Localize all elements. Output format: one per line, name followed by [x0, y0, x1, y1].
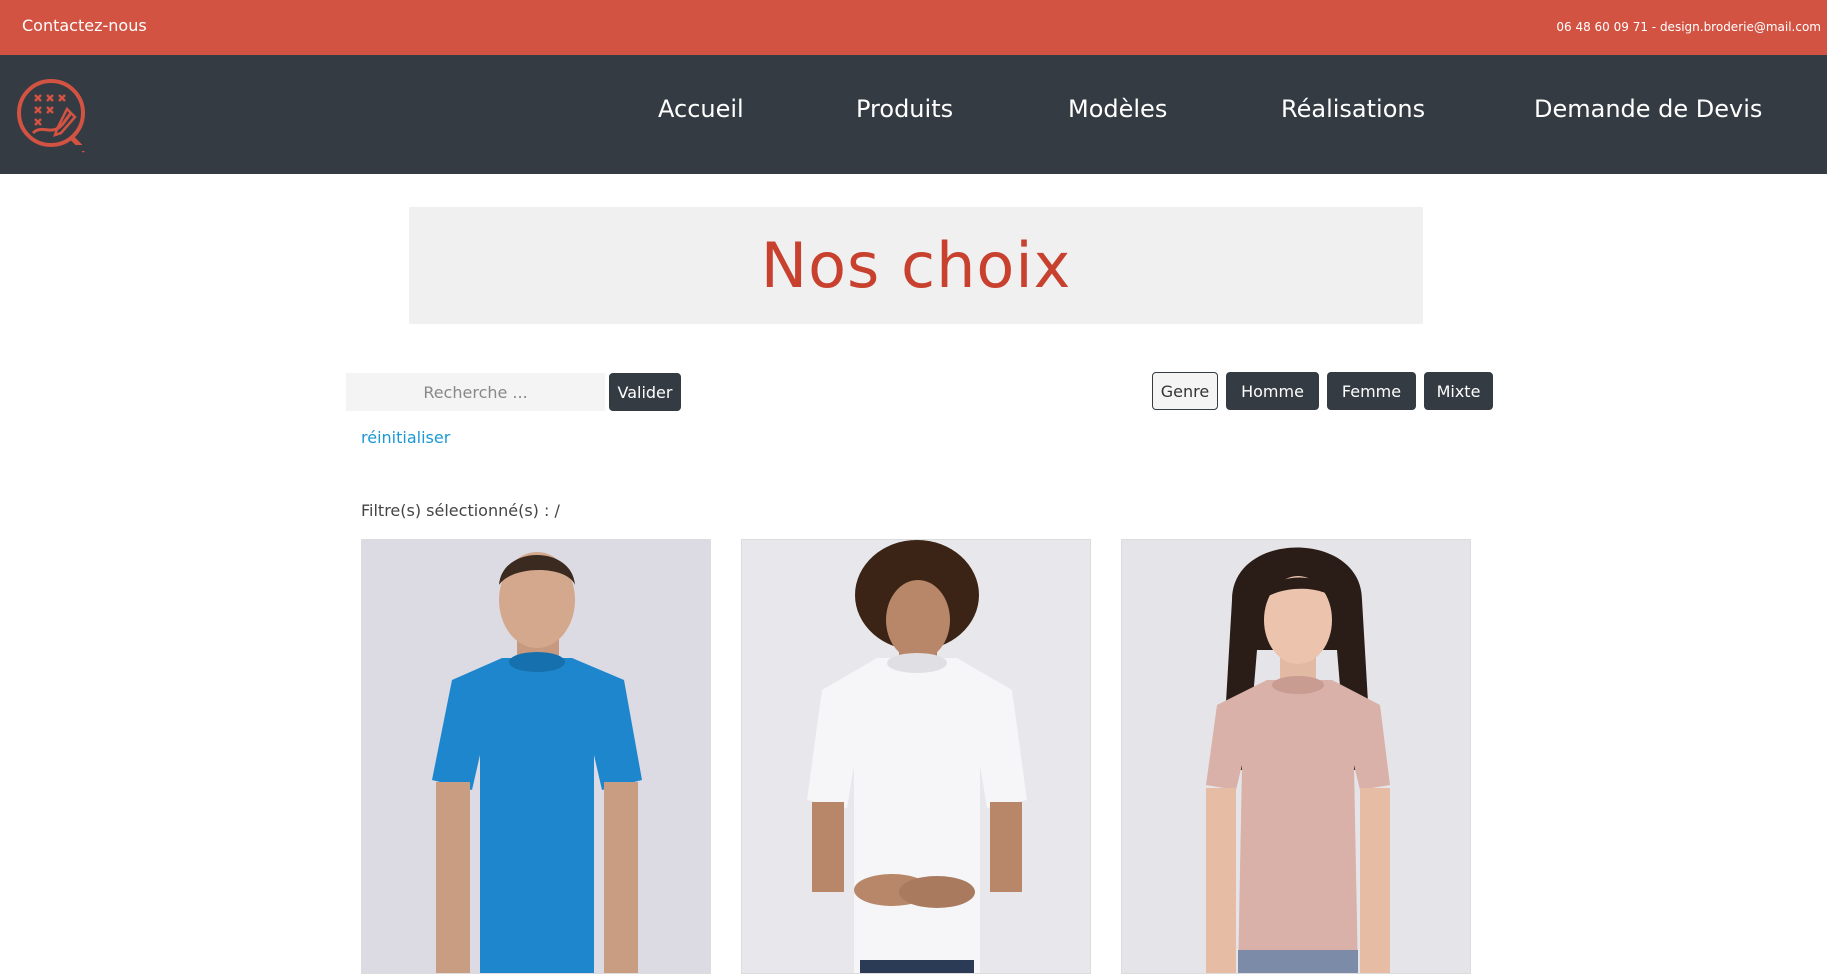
search-submit-button[interactable]: Valider [609, 373, 681, 411]
nav-item-devis[interactable]: Demande de Devis [1534, 95, 1762, 123]
product-card[interactable] [1121, 539, 1471, 974]
nav-item-modeles[interactable]: Modèles [1068, 95, 1167, 123]
logo-icon[interactable] [13, 75, 93, 155]
contact-link[interactable]: Contactez-nous [22, 16, 147, 35]
main-navbar: Accueil Produits Modèles Réalisations De… [0, 55, 1827, 174]
nav-item-accueil[interactable]: Accueil [658, 95, 744, 123]
contact-info: 06 48 60 09 71 - design.broderie@mail.co… [1556, 20, 1821, 34]
product-card[interactable] [741, 539, 1091, 974]
top-bar: Contactez-nous 06 48 60 09 71 - design.b… [0, 0, 1827, 55]
search-input[interactable] [346, 373, 605, 411]
nav-item-realisations[interactable]: Réalisations [1281, 95, 1425, 123]
filter-homme-button[interactable]: Homme [1226, 372, 1319, 410]
selected-filters-label: Filtre(s) sélectionné(s) : / [361, 501, 560, 520]
nav-item-produits[interactable]: Produits [856, 95, 953, 123]
filter-mixte-button[interactable]: Mixte [1424, 372, 1493, 410]
product-image-white-tshirt [742, 540, 1090, 973]
reset-link[interactable]: réinitialiser [361, 428, 450, 447]
filter-femme-button[interactable]: Femme [1327, 372, 1416, 410]
filter-group-genre: Genre [1152, 372, 1218, 410]
product-image-blue-tshirt [362, 540, 710, 973]
page-title: Nos choix [760, 229, 1072, 302]
product-card[interactable] [361, 539, 711, 974]
page-hero: Nos choix [409, 207, 1423, 324]
product-image-pink-tshirt [1122, 540, 1470, 973]
